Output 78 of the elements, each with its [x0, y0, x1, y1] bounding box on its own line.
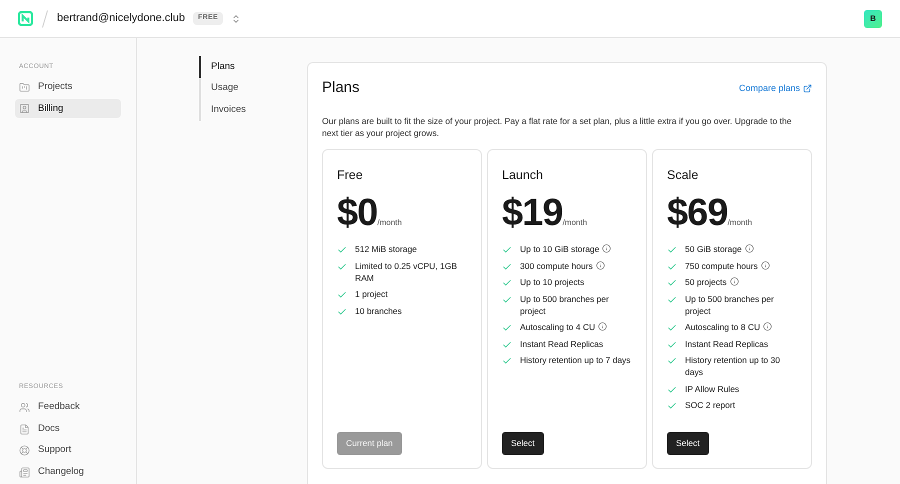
check-icon — [667, 278, 677, 288]
feature-text: 10 branches — [355, 304, 402, 317]
check-icon — [667, 323, 677, 334]
price-period: /month — [562, 217, 588, 230]
feature-text: Up to 500 branches per project — [685, 292, 775, 317]
plan-price: $19 — [502, 193, 563, 234]
info-icon[interactable] — [744, 244, 754, 254]
sidebar-item[interactable]: Docs — [15, 420, 121, 438]
external-link-icon — [803, 84, 812, 93]
check-icon — [502, 278, 512, 288]
plan-button[interactable]: Select — [667, 432, 709, 454]
info-icon[interactable] — [596, 260, 605, 270]
check-icon — [667, 262, 677, 272]
panel-title: Plans — [322, 78, 360, 98]
sidebar-item[interactable]: Changelog — [15, 462, 121, 482]
check-icon — [667, 245, 677, 256]
user-avatar[interactable]: B — [864, 10, 882, 28]
plan-price: $69 — [667, 193, 728, 234]
info-icon[interactable] — [760, 260, 770, 270]
check-icon — [502, 340, 512, 350]
plans-description: Our plans are built to fit the size of your project. Pay a flat rate for a set plan, plus a little extra if you go over. Upgrade to the next tier as your project grows. — [322, 114, 793, 140]
plan-name: Launch — [502, 166, 544, 184]
check-icon — [667, 384, 677, 395]
price-period: /month — [728, 217, 752, 230]
feature-text: Autoscaling to 4 CU — [520, 321, 608, 334]
info-icon[interactable] — [602, 244, 612, 254]
feature-text: Limited to 0.25 vCPU, 1GB RAM — [355, 260, 458, 284]
check-icon — [337, 290, 347, 300]
price-period: /month — [377, 217, 402, 230]
feature-text: IP Allow Rules — [685, 382, 740, 395]
feature-text: 50 GiB storage — [685, 243, 754, 256]
plan-button[interactable]: Select — [502, 432, 544, 454]
lifebuoy-icon — [19, 445, 30, 456]
check-icon — [667, 356, 677, 366]
check-icon — [502, 323, 512, 334]
sidebar-item[interactable]: Billing — [15, 99, 121, 118]
feature-text: Autoscaling to 8 CU — [685, 321, 772, 334]
feature-text: Instant Read Replicas — [520, 338, 604, 350]
document-icon — [19, 424, 30, 434]
info-icon[interactable] — [598, 322, 608, 332]
sidebar-item[interactable]: Feedback — [15, 398, 121, 417]
feature-text: 1 project — [355, 288, 388, 300]
check-icon — [502, 245, 512, 256]
folder-icon — [19, 82, 30, 93]
feature-text: 50 projects — [685, 276, 739, 288]
compare-plans-link[interactable]: Compare plans — [738, 82, 812, 95]
check-icon — [667, 340, 677, 350]
sidebar-item[interactable]: Projects — [15, 78, 121, 97]
feature-text: SOC 2 report — [685, 399, 736, 412]
chevrons-icon[interactable] — [231, 14, 242, 24]
slash-separator — [42, 10, 48, 28]
check-icon — [337, 306, 347, 317]
feature-text: History retention up to 30 days — [685, 354, 781, 378]
check-icon — [502, 294, 512, 305]
check-icon — [502, 262, 512, 272]
feature-text: Up to 10 projects — [520, 276, 584, 288]
plan-price: $0 — [337, 193, 378, 234]
feature-text: Up to 500 branches per project — [520, 292, 610, 317]
feature-text: 750 compute hours — [685, 260, 770, 272]
check-icon — [337, 245, 347, 256]
feature-text: Up to 10 GiB storage — [520, 243, 612, 256]
people-icon — [19, 402, 30, 413]
check-icon — [337, 262, 347, 272]
sidebar-item[interactable]: Support — [15, 441, 121, 460]
feature-text: Instant Read Replicas — [685, 338, 768, 350]
check-icon — [667, 401, 677, 412]
account-name[interactable]: bertrand@nicelydone.club — [57, 10, 185, 27]
check-icon — [667, 294, 677, 305]
info-icon[interactable] — [730, 277, 739, 286]
info-icon[interactable] — [763, 322, 772, 332]
feature-text: History retention up to 7 days — [520, 354, 631, 366]
check-icon — [502, 356, 512, 366]
plan-name: Free — [337, 166, 364, 184]
feature-text: 512 MiB storage — [355, 243, 417, 256]
newspaper-icon — [19, 466, 30, 478]
user-card-icon — [19, 103, 30, 114]
feature-text: 300 compute hours — [520, 260, 605, 272]
plan-name: Scale — [667, 166, 700, 184]
